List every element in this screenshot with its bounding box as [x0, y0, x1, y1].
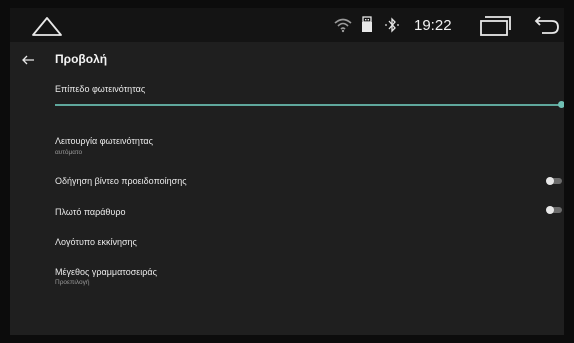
brightness-level-label: Επίπεδο φωτεινότητας: [55, 84, 146, 94]
screen: 19:22 Προβολή Επίπεδο φωτεινότητας Λειτο…: [10, 8, 564, 335]
brightness-mode-value: αυτόματο: [55, 149, 83, 156]
status-bar: 19:22: [10, 8, 564, 42]
warning-video-label: Οδήγηση βίντεο προειδοποίησης: [55, 176, 187, 186]
font-size-value: Προεπιλογή: [55, 279, 90, 286]
wifi-icon: [334, 18, 352, 33]
brightness-slider-track[interactable]: [55, 104, 563, 106]
boot-logo-label[interactable]: Λογότυπο εκκίνησης: [55, 237, 137, 247]
back-icon[interactable]: [534, 14, 560, 36]
toggle-knob: [546, 177, 554, 185]
warning-video-toggle[interactable]: [546, 177, 562, 185]
wide-window-label: Πλωτό παράθυρο: [55, 207, 126, 217]
page-header: Προβολή: [10, 50, 564, 78]
brightness-slider-thumb[interactable]: [558, 101, 564, 108]
wide-window-toggle[interactable]: [546, 206, 562, 214]
page-title: Προβολή: [55, 52, 108, 66]
clock: 19:22: [414, 17, 452, 34]
font-size-label[interactable]: Μέγεθος γραμματοσειράς: [55, 267, 157, 277]
usb-icon: [362, 16, 372, 32]
arrow-left-icon[interactable]: [20, 52, 36, 68]
toggle-knob: [546, 206, 554, 214]
home-icon[interactable]: [30, 14, 64, 38]
bluetooth-icon: [385, 17, 399, 33]
recent-apps-icon[interactable]: [478, 15, 512, 37]
brightness-mode-label[interactable]: Λειτουργία φωτεινότητας: [55, 136, 153, 146]
